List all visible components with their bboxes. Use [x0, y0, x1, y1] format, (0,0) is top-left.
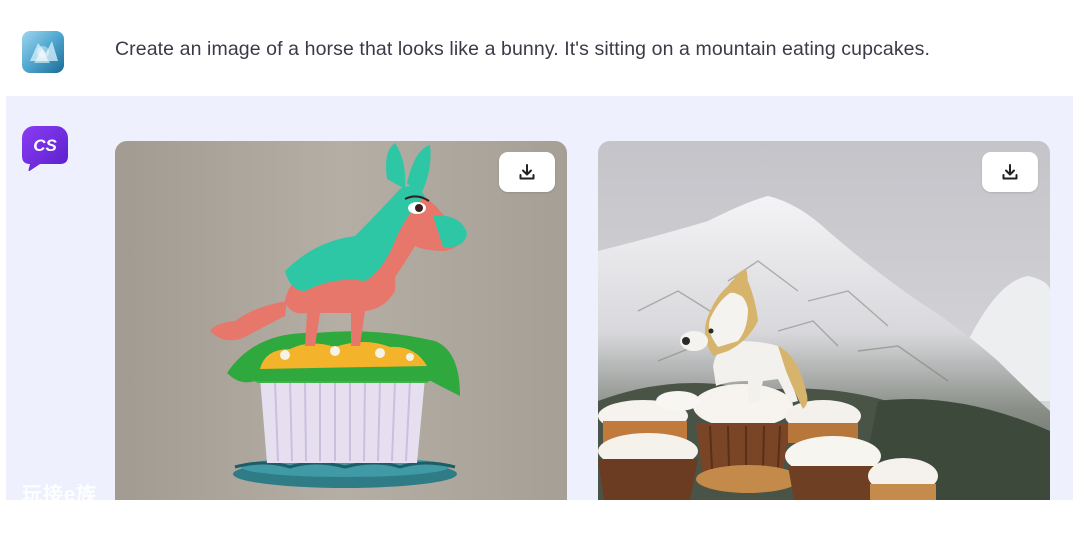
crystal-avatar-icon	[22, 31, 64, 73]
assistant-avatar: CS	[22, 126, 68, 172]
watermark: 玩接e族	[22, 484, 98, 506]
user-avatar	[22, 31, 64, 73]
download-button-2[interactable]	[982, 152, 1038, 192]
pink-horse-bunny-image	[115, 141, 567, 500]
user-prompt-text: Create an image of a horse that looks li…	[115, 38, 930, 60]
user-message-row: Create an image of a horse that looks li…	[0, 0, 1080, 96]
download-icon	[519, 164, 535, 180]
generated-image-1[interactable]	[115, 141, 567, 500]
assistant-avatar-label: CS	[33, 136, 57, 155]
generated-image-2[interactable]	[598, 141, 1050, 500]
download-icon	[1002, 164, 1018, 180]
white-horse-bunny-mountain-image	[598, 141, 1050, 500]
download-button-1[interactable]	[499, 152, 555, 192]
